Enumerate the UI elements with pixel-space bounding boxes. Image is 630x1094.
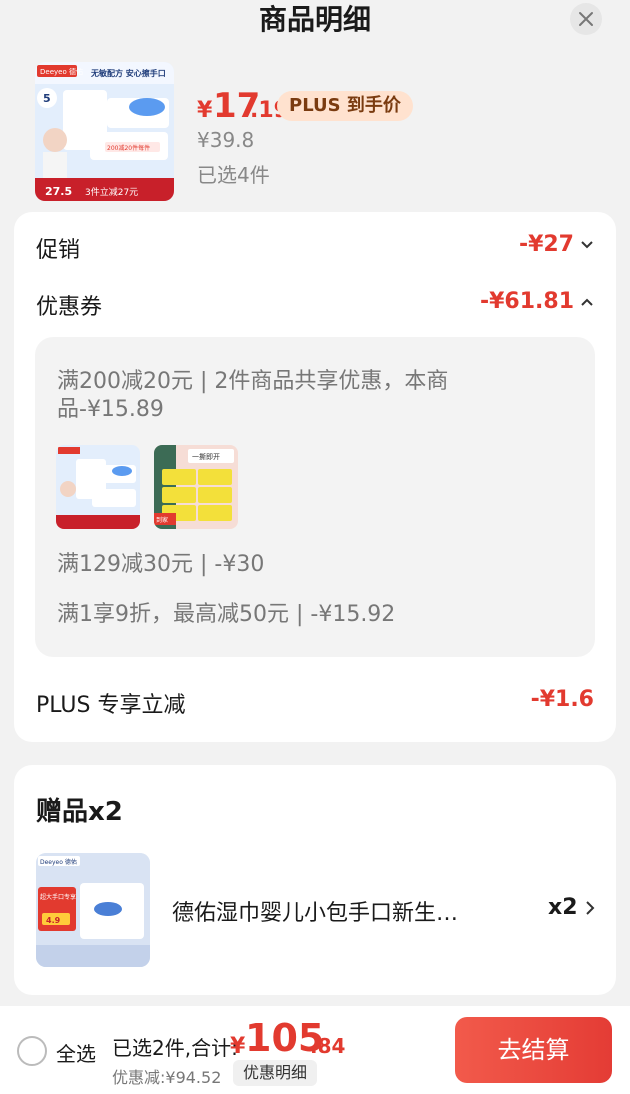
selected-count: 已选4件	[197, 163, 270, 187]
gifts-title: 赠品x2	[36, 797, 123, 827]
gift-item-quantity: x2	[548, 895, 578, 920]
page-title: 商品明细	[258, 3, 371, 36]
coupon-row-toggle[interactable]: -¥61.81	[480, 289, 594, 314]
plus-discount-amount: -¥1.6	[530, 687, 594, 712]
gifts-card: 赠品x2 Deeyeo 德佑 超大手口专享 4.9 德佑湿巾婴儿小包手口新生… …	[14, 765, 616, 995]
svg-text:4.9: 4.9	[46, 916, 61, 925]
coupon-line-2: 品-¥15.89	[57, 397, 164, 422]
discount-card: 促销 -¥27 优惠券 -¥61.81 满200减20元 | 2件商品共享优惠，…	[14, 212, 616, 742]
product-image-art: Deeyeo 德佑 无敏配方 安心擦手口 5 200减20件每件 27.5 3件…	[35, 62, 174, 201]
promotion-value: -¥27	[518, 232, 574, 257]
product-summary: Deeyeo 德佑 无敏配方 安心擦手口 5 200减20件每件 27.5 3件…	[35, 62, 595, 202]
plus-discount-value: -¥1.6	[531, 687, 594, 712]
svg-text:Deeyeo 德佑: Deeyeo 德佑	[40, 858, 77, 866]
svg-text:3件立减27元: 3件立减27元	[85, 186, 138, 198]
coupon-line-3: 满129减30元 | -¥30	[57, 552, 265, 577]
coupon-product-thumb-1[interactable]	[56, 445, 140, 529]
svg-text:27.5: 27.5	[45, 185, 72, 198]
total-decimal: .84	[310, 1034, 346, 1058]
promotion-label: 促销	[36, 238, 81, 263]
promotion-row-toggle[interactable]: -¥27	[519, 232, 594, 257]
header: 商品明细	[0, 0, 630, 50]
total-currency: ¥	[230, 1034, 246, 1059]
coupon-details: 满200减20元 | 2件商品共享优惠，本商 品-¥15.89 一撕即开 到家 …	[35, 337, 595, 657]
price-currency: ¥	[197, 98, 213, 123]
product-thumb-art	[56, 445, 140, 529]
close-icon	[579, 12, 593, 26]
checkout-button[interactable]: 去结算	[455, 1017, 612, 1083]
gift-image[interactable]: Deeyeo 德佑 超大手口专享 4.9	[36, 853, 150, 967]
discount-summary: 优惠减:¥94.52	[112, 1068, 222, 1087]
svg-text:5: 5	[43, 92, 51, 105]
svg-text:一撕即开: 一撕即开	[192, 452, 220, 461]
svg-text:超大手口专享: 超大手口专享	[40, 893, 76, 901]
coupon-label: 优惠券	[36, 295, 103, 320]
close-button[interactable]	[570, 3, 602, 35]
select-all-radio[interactable]	[17, 1036, 47, 1066]
chevron-down-icon	[581, 240, 593, 248]
checkout-bar: 全选 已选2件,合计: ¥ 105 .84 优惠减:¥94.52 优惠明细 去结…	[0, 1006, 630, 1094]
selection-summary: 已选2件,合计:	[112, 1036, 238, 1060]
gift-image-art: Deeyeo 德佑 超大手口专享 4.9	[36, 853, 150, 967]
svg-text:Deeyeo 德佑: Deeyeo 德佑	[40, 67, 83, 76]
coupon-line-1: 满200减20元 | 2件商品共享优惠，本商	[57, 369, 449, 394]
product-thumb-art-2: 一撕即开 到家	[154, 445, 238, 529]
coupon-line-4: 满1享9折，最高减50元 | -¥15.92	[57, 602, 396, 627]
original-price: ¥39.8	[197, 128, 255, 152]
coupon-value: -¥61.81	[479, 289, 574, 314]
svg-text:到家: 到家	[156, 516, 168, 524]
coupon-product-thumb-2[interactable]: 一撕即开 到家	[154, 445, 238, 529]
discount-details-button[interactable]: 优惠明细	[233, 1060, 318, 1086]
select-all-label[interactable]: 全选	[56, 1038, 96, 1067]
svg-text:无敏配方 安心擦手口: 无敏配方 安心擦手口	[90, 68, 166, 78]
plus-price-badge: PLUS 到手价	[277, 91, 413, 121]
svg-text:200减20件每件: 200减20件每件	[107, 144, 150, 152]
chevron-right-icon[interactable]	[584, 899, 596, 917]
plus-discount-label: PLUS 专享立减	[36, 693, 186, 718]
chevron-up-icon	[581, 298, 593, 306]
product-image[interactable]: Deeyeo 德佑 无敏配方 安心擦手口 5 200减20件每件 27.5 3件…	[35, 62, 174, 201]
gift-item-name[interactable]: 德佑湿巾婴儿小包手口新生…	[172, 895, 502, 927]
